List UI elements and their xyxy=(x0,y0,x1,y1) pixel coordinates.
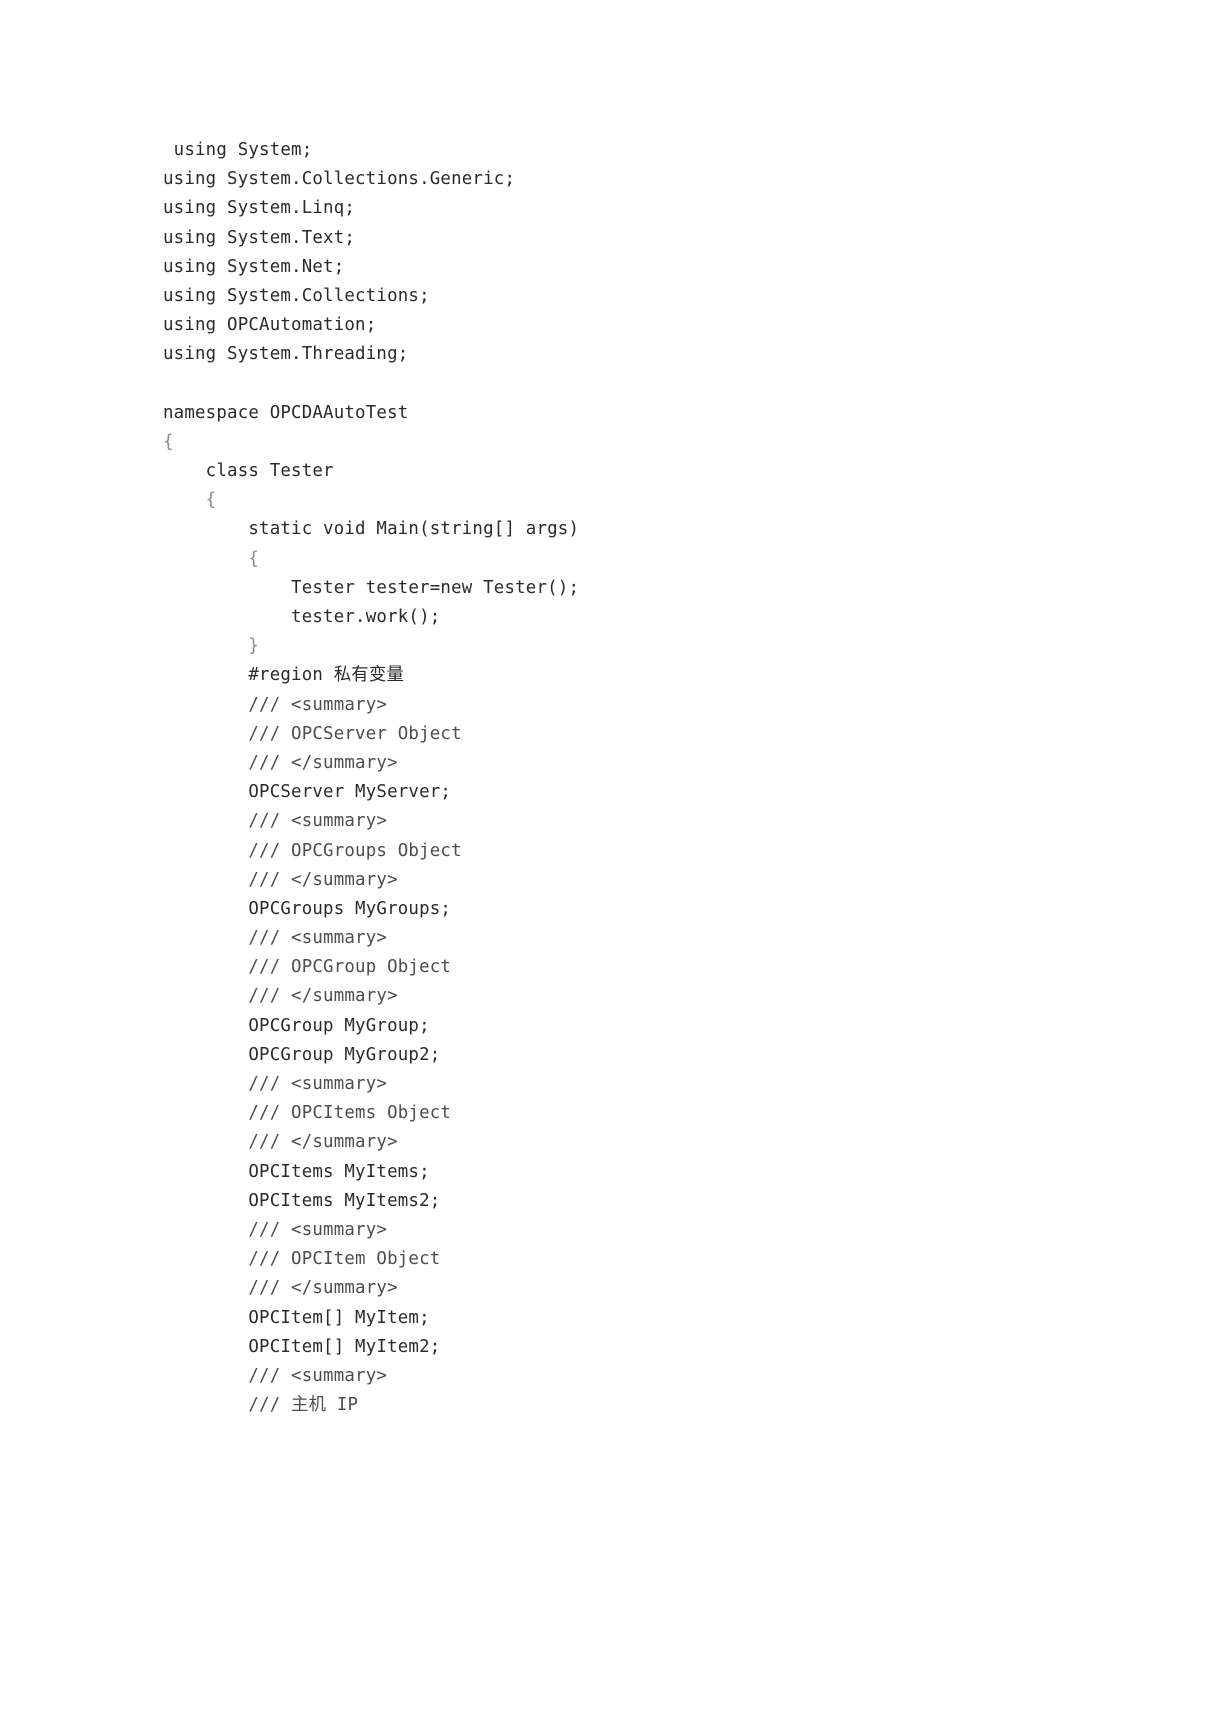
code-line: /// </summary> xyxy=(163,1132,398,1153)
code-line: OPCGroup MyGroup; xyxy=(163,1015,430,1036)
code-line: class Tester xyxy=(163,461,334,482)
code-line: /// </summary> xyxy=(163,986,398,1007)
code-line: /// OPCItems Object xyxy=(163,1103,452,1124)
code-line: static void Main(string[] args) xyxy=(163,519,580,540)
code-line: /// OPCServer Object xyxy=(163,723,462,744)
code-listing: using System; using System.Collections.Ge… xyxy=(163,136,1063,1420)
code-line: OPCItems MyItems2; xyxy=(163,1190,441,1211)
code-line: /// <summary> xyxy=(163,1219,388,1240)
code-line: /// <summary> xyxy=(163,928,388,949)
code-line: #region 私有变量 xyxy=(163,665,405,686)
document-page: using System; using System.Collections.Ge… xyxy=(0,0,1214,1719)
code-line: /// <summary> xyxy=(163,811,388,832)
code-line: /// </summary> xyxy=(163,1278,398,1299)
code-line: using System.Text; xyxy=(163,227,356,248)
code-line: { xyxy=(163,490,217,511)
code-line: Tester tester=new Tester(); xyxy=(163,577,580,598)
code-line: /// <summary> xyxy=(163,694,388,715)
code-line: using System.Net; xyxy=(163,256,345,277)
code-line: OPCGroups MyGroups; xyxy=(163,898,452,919)
code-line: /// </summary> xyxy=(163,752,398,773)
code-line: OPCItem[] MyItem2; xyxy=(163,1336,441,1357)
code-line: /// OPCGroups Object xyxy=(163,840,462,861)
code-line: /// OPCItem Object xyxy=(163,1249,441,1270)
code-line: /// 主机 IP xyxy=(163,1395,359,1416)
code-line: OPCServer MyServer; xyxy=(163,782,452,803)
code-line: using OPCAutomation; xyxy=(163,315,377,336)
code-line: /// </summary> xyxy=(163,869,398,890)
code-line: } xyxy=(163,636,260,657)
code-line: OPCGroup MyGroup2; xyxy=(163,1044,441,1065)
code-line: using System.Threading; xyxy=(163,344,409,365)
code-line: OPCItem[] MyItem; xyxy=(163,1307,430,1328)
code-line: using System; xyxy=(163,140,313,160)
code-line: using System.Linq; xyxy=(163,198,356,219)
code-line: using System.Collections; xyxy=(163,285,430,306)
code-line: /// <summary> xyxy=(163,1365,388,1386)
code-line: /// <summary> xyxy=(163,1074,388,1094)
code-line: tester.work(); xyxy=(163,607,441,627)
code-line: using System.Collections.Generic; xyxy=(163,169,516,190)
code-line: OPCItems MyItems; xyxy=(163,1161,430,1182)
code-line: /// OPCGroup Object xyxy=(163,957,452,978)
code-line: namespace OPCDAAutoTest xyxy=(163,402,409,423)
code-line: { xyxy=(163,431,174,452)
code-line: { xyxy=(163,548,260,569)
